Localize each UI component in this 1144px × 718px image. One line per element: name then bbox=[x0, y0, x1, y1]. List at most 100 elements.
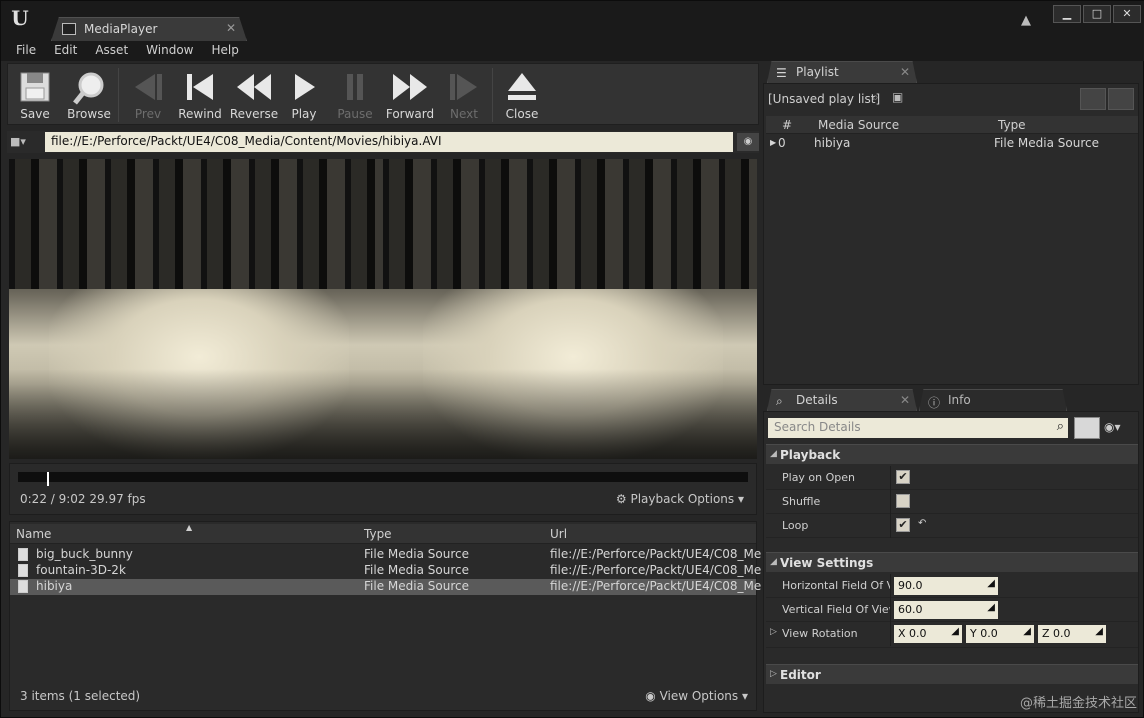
play-icon bbox=[295, 74, 315, 100]
minimize-button[interactable]: ▁ bbox=[1053, 5, 1081, 23]
list-item[interactable]: fountain-3D-2k File Media Source file://… bbox=[10, 563, 761, 579]
video-frame-left bbox=[9, 159, 383, 459]
column-url[interactable]: Url bbox=[550, 527, 567, 541]
timeline-playhead[interactable] bbox=[47, 472, 50, 486]
document-tab[interactable]: MediaPlayer ✕ bbox=[51, 17, 247, 41]
list-item[interactable]: hibiya File Media Source file://E:/Perfo… bbox=[10, 579, 761, 595]
media-player-window: U MediaPlayer ✕ ▲ ▁ □ ✕ File Edit Asset … bbox=[0, 0, 1144, 718]
rewind-button[interactable]: Rewind bbox=[174, 66, 226, 124]
playlist-add-button[interactable] bbox=[1080, 88, 1106, 110]
tab-playlist[interactable]: ☰ Playlist ✕ bbox=[767, 61, 917, 83]
playback-time: 0:22 / 9:02 29.97 fps bbox=[20, 492, 146, 506]
eye-icon[interactable]: ◉▾ bbox=[1104, 420, 1121, 434]
browse-button[interactable]: Browse bbox=[62, 66, 116, 124]
url-input[interactable]: file://E:/Perforce/Packt/UE4/C08_Media/C… bbox=[45, 132, 733, 152]
close-tab-icon[interactable]: ✕ bbox=[900, 393, 910, 407]
play-button[interactable]: Play bbox=[282, 66, 326, 124]
section-editor[interactable]: ▷ Editor bbox=[766, 664, 1138, 684]
view-options-button[interactable]: ◉ View Options ▾ bbox=[645, 689, 748, 703]
shuffle-checkbox[interactable] bbox=[896, 494, 910, 508]
media-list: Name ▲ Type Url big_buck_bunny File Medi… bbox=[9, 521, 761, 711]
playback-options-button[interactable]: ⚙ Playback Options ▾ bbox=[616, 492, 744, 506]
play-on-open-checkbox[interactable]: ✔ bbox=[896, 470, 910, 484]
prop-shuffle: Shuffle bbox=[766, 490, 1138, 514]
menu-help[interactable]: Help bbox=[202, 41, 247, 61]
toolbar-separator bbox=[492, 68, 493, 122]
menu-file[interactable]: File bbox=[7, 41, 45, 61]
section-view-settings[interactable]: ◢ View Settings bbox=[766, 552, 1138, 572]
video-viewport[interactable] bbox=[9, 159, 757, 459]
menu-edit[interactable]: Edit bbox=[45, 41, 86, 61]
eye-icon: ◉ bbox=[645, 689, 656, 703]
close-tab-icon[interactable]: ✕ bbox=[226, 21, 236, 35]
tab-info[interactable]: ⓘ Info bbox=[919, 389, 1067, 411]
playlist-tools bbox=[1080, 88, 1134, 110]
search-input[interactable]: Search Details ⌕ bbox=[768, 418, 1068, 438]
search-icon[interactable]: ⌕ bbox=[872, 90, 879, 105]
gear-icon: ⚙ bbox=[615, 492, 627, 506]
loop-checkbox[interactable]: ✔ bbox=[896, 518, 910, 532]
playback-scrubber: 0:22 / 9:02 29.97 fps ⚙ Playback Options… bbox=[9, 463, 757, 515]
expand-arrow-icon[interactable]: ▷ bbox=[770, 627, 777, 637]
property-matrix-button[interactable] bbox=[1074, 417, 1100, 439]
magnifier-icon bbox=[73, 72, 104, 105]
window-controls: ▁ □ ✕ bbox=[1053, 5, 1141, 23]
pause-button[interactable]: Pause bbox=[330, 66, 380, 124]
next-button[interactable]: Next bbox=[440, 66, 488, 124]
close-tab-icon[interactable]: ✕ bbox=[900, 65, 910, 79]
graduation-cap-icon[interactable]: ▲ bbox=[1021, 13, 1037, 29]
toolbar-separator bbox=[118, 68, 119, 122]
tab-details[interactable]: ⌕ Details ✕ bbox=[767, 389, 917, 411]
list-item[interactable]: big_buck_bunny File Media Source file://… bbox=[10, 547, 761, 563]
rotation-y-input[interactable]: Y 0.0 ◢ bbox=[966, 625, 1034, 643]
maximize-button[interactable]: □ bbox=[1083, 5, 1111, 23]
horizontal-fov-input[interactable]: 90.0 ◢ bbox=[894, 577, 998, 595]
playlist-row[interactable]: ▶ 0 hibiya File Media Source bbox=[766, 136, 1138, 152]
list-icon: ☰ bbox=[776, 66, 787, 80]
prop-loop: Loop ✔ ↶ bbox=[766, 514, 1138, 538]
sort-ascending-icon: ▲ bbox=[186, 523, 193, 532]
playlist-panel: [Unsaved play list] ⌕ ▣ # Media Source T… bbox=[763, 83, 1139, 385]
reverse-button[interactable]: Reverse bbox=[226, 66, 282, 124]
search-icon: ⌕ bbox=[1056, 419, 1064, 434]
menu-window[interactable]: Window bbox=[137, 41, 202, 61]
rotation-x-input[interactable]: X 0.0 ◢ bbox=[894, 625, 962, 643]
eye-icon[interactable]: ◉ bbox=[737, 133, 759, 151]
close-window-button[interactable]: ✕ bbox=[1113, 5, 1141, 23]
document-tab-label: MediaPlayer bbox=[84, 22, 158, 36]
watermark: @稀土掘金技术社区 bbox=[1019, 696, 1137, 711]
section-playback[interactable]: ◢ Playback bbox=[766, 444, 1138, 464]
timeline-track[interactable] bbox=[18, 472, 748, 482]
file-icon bbox=[18, 564, 28, 577]
resize-arrow-icon: ◢ bbox=[987, 578, 995, 589]
details-panel: Search Details ⌕ ◉▾ ◢ Playback Play on Op… bbox=[763, 411, 1139, 713]
prop-view-rotation: ▷ View Rotation X 0.0 ◢ Y 0.0 ◢ Z 0.0 ◢ bbox=[766, 622, 1138, 648]
folder-icon[interactable]: ■▾ bbox=[10, 135, 34, 149]
title-bar: U MediaPlayer ✕ ▲ ▁ □ ✕ bbox=[1, 1, 1144, 41]
close-button[interactable]: Close bbox=[496, 66, 548, 124]
playlist-title: [Unsaved play list] bbox=[768, 92, 881, 106]
forward-icon bbox=[393, 74, 427, 100]
pause-icon bbox=[347, 74, 363, 100]
prop-vertical-fov: Vertical Field Of View 60.0 ◢ bbox=[766, 598, 1138, 622]
resize-arrow-icon: ◢ bbox=[987, 602, 995, 613]
save-button[interactable]: Save bbox=[10, 66, 60, 124]
url-bar: ■▾ file://E:/Perforce/Packt/UE4/C08_Medi… bbox=[7, 131, 759, 153]
vertical-fov-input[interactable]: 60.0 ◢ bbox=[894, 601, 998, 619]
prev-icon bbox=[135, 74, 162, 100]
prev-button[interactable]: Prev bbox=[122, 66, 174, 124]
menu-asset[interactable]: Asset bbox=[86, 41, 137, 61]
save-icon[interactable]: ▣ bbox=[892, 90, 903, 104]
column-type[interactable]: Type bbox=[364, 527, 392, 541]
next-icon bbox=[450, 74, 477, 100]
rotation-z-input[interactable]: Z 0.0 ◢ bbox=[1038, 625, 1106, 643]
playlist-header: # Media Source Type bbox=[766, 116, 1138, 134]
info-icon: ⓘ bbox=[928, 396, 941, 410]
save-icon bbox=[20, 72, 50, 102]
reset-arrow-icon[interactable]: ↶ bbox=[918, 518, 926, 529]
playlist-remove-button[interactable] bbox=[1108, 88, 1134, 110]
media-list-header: Name ▲ Type Url bbox=[10, 523, 756, 544]
file-icon bbox=[18, 548, 28, 561]
column-name[interactable]: Name bbox=[16, 527, 51, 541]
forward-button[interactable]: Forward bbox=[382, 66, 438, 124]
